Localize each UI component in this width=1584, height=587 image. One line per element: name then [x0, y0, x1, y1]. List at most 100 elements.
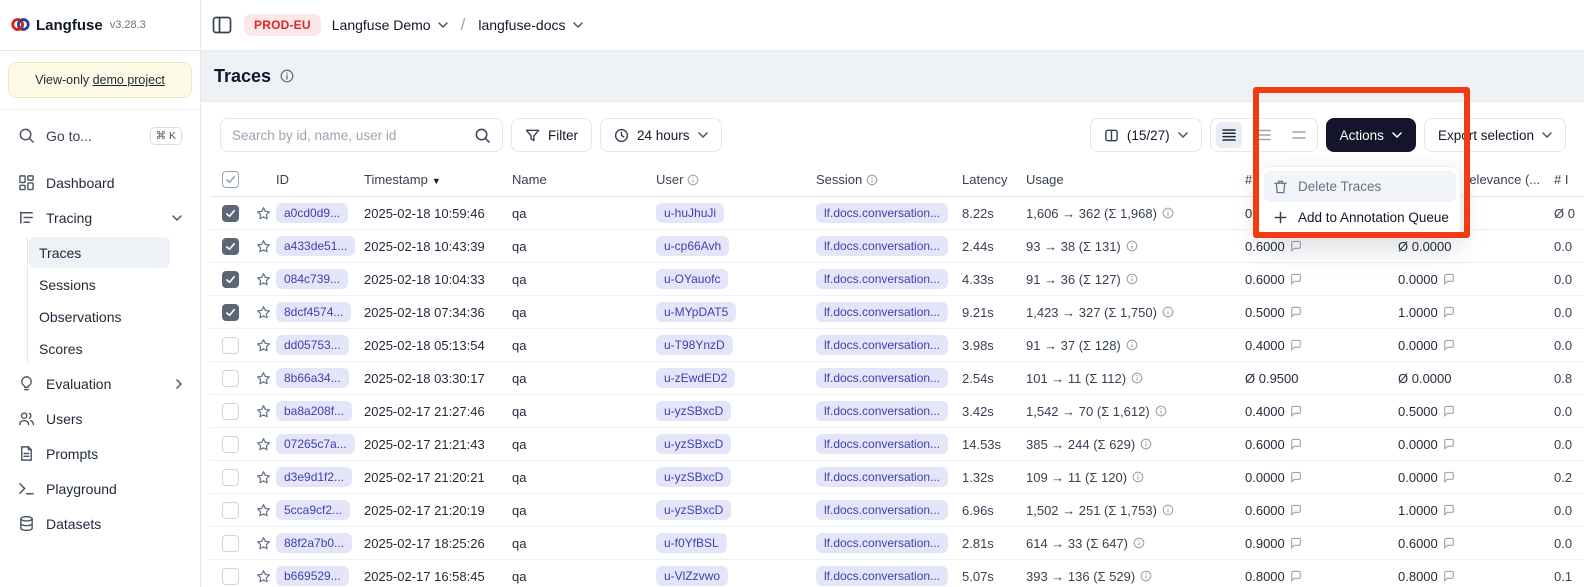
trace-id-badge[interactable]: dd05753...: [276, 335, 349, 355]
actions-button[interactable]: Actions: [1326, 118, 1416, 152]
table-row[interactable]: dd05753... 2025-02-18 05:13:54 qa u-T98Y…: [210, 329, 1584, 362]
row-checkbox[interactable]: [222, 337, 239, 354]
search-icon[interactable]: [474, 127, 491, 144]
user-badge[interactable]: u-VlZzvwo: [656, 566, 728, 586]
bookmark-star-icon[interactable]: [256, 338, 276, 353]
bookmark-star-icon[interactable]: [256, 536, 276, 551]
session-badge[interactable]: lf.docs.conversation...: [816, 401, 948, 421]
column-header-relevance[interactable]: relevance (...: [1465, 172, 1550, 187]
user-badge[interactable]: u-huJhuJi: [656, 203, 724, 223]
column-header-user[interactable]: User: [656, 172, 816, 187]
table-row[interactable]: 5cca9cf2... 2025-02-17 21:20:19 qa u-yzS…: [210, 494, 1584, 527]
bookmark-star-icon[interactable]: [256, 437, 276, 452]
goto-search[interactable]: Go to... ⌘ K: [10, 120, 190, 152]
row-checkbox[interactable]: [222, 205, 239, 222]
trace-id-badge[interactable]: 5cca9cf2...: [276, 500, 350, 520]
table-row[interactable]: d3e9d1f2... 2025-02-17 21:20:21 qa u-yzS…: [210, 461, 1584, 494]
time-range-button[interactable]: 24 hours: [600, 118, 722, 152]
row-checkbox[interactable]: [222, 568, 239, 585]
column-header-usage[interactable]: Usage: [1026, 172, 1245, 187]
bookmark-star-icon[interactable]: [256, 470, 276, 485]
row-checkbox[interactable]: [222, 535, 239, 552]
session-badge[interactable]: lf.docs.conversation...: [816, 500, 948, 520]
trace-id-badge[interactable]: a433de51...: [276, 236, 355, 256]
bookmark-star-icon[interactable]: [256, 206, 276, 221]
row-checkbox[interactable]: [222, 304, 239, 321]
session-badge[interactable]: lf.docs.conversation...: [816, 203, 948, 223]
sidebar-toggle-icon[interactable]: [211, 14, 233, 36]
select-all-checkbox[interactable]: [222, 171, 239, 188]
row-checkbox[interactable]: [222, 436, 239, 453]
table-row[interactable]: 8dcf4574... 2025-02-18 07:34:36 qa u-MYp…: [210, 296, 1584, 329]
bookmark-star-icon[interactable]: [256, 569, 276, 584]
session-badge[interactable]: lf.docs.conversation...: [816, 533, 948, 553]
column-header-name[interactable]: Name: [512, 172, 656, 187]
column-header-session[interactable]: Session: [816, 172, 962, 187]
session-badge[interactable]: lf.docs.conversation...: [816, 335, 948, 355]
session-badge[interactable]: lf.docs.conversation...: [816, 269, 948, 289]
row-height-small-button[interactable]: [1216, 122, 1242, 148]
column-visibility-button[interactable]: (15/27): [1090, 118, 1202, 152]
bookmark-star-icon[interactable]: [256, 404, 276, 419]
bookmark-star-icon[interactable]: [256, 371, 276, 386]
user-badge[interactable]: u-yzSBxcD: [656, 467, 731, 487]
user-badge[interactable]: u-MYpDAT5: [656, 302, 736, 322]
sidebar-item-dashboard[interactable]: Dashboard: [10, 167, 190, 199]
user-badge[interactable]: u-yzSBxcD: [656, 434, 731, 454]
table-row[interactable]: 8b66a34... 2025-02-18 03:30:17 qa u-zEwd…: [210, 362, 1584, 395]
table-row[interactable]: ba8a208f... 2025-02-17 21:27:46 qa u-yzS…: [210, 395, 1584, 428]
sidebar-item-prompts[interactable]: Prompts: [10, 438, 190, 470]
session-badge[interactable]: lf.docs.conversation...: [816, 467, 948, 487]
trace-id-badge[interactable]: 084c739...: [276, 269, 348, 289]
trace-id-badge[interactable]: 8b66a34...: [276, 368, 349, 388]
user-badge[interactable]: u-yzSBxcD: [656, 500, 731, 520]
filter-button[interactable]: Filter: [511, 118, 592, 152]
session-badge[interactable]: lf.docs.conversation...: [816, 368, 948, 388]
row-checkbox[interactable]: [222, 370, 239, 387]
trace-id-badge[interactable]: d3e9d1f2...: [276, 467, 352, 487]
row-checkbox[interactable]: [222, 469, 239, 486]
trace-id-badge[interactable]: 88f2a7b0...: [276, 533, 352, 553]
sidebar-item-observations[interactable]: Observations: [29, 301, 170, 332]
org-switcher[interactable]: Langfuse Demo: [332, 17, 448, 33]
user-badge[interactable]: u-zEwdED2: [656, 368, 735, 388]
trace-id-badge[interactable]: ba8a208f...: [276, 401, 352, 421]
trace-id-badge[interactable]: 07265c7a...: [276, 434, 355, 454]
menu-item-delete-traces[interactable]: Delete Traces: [1264, 171, 1456, 202]
session-badge[interactable]: lf.docs.conversation...: [816, 434, 948, 454]
sidebar-item-traces[interactable]: Traces: [29, 237, 170, 268]
sidebar-item-users[interactable]: Users: [10, 403, 190, 435]
table-row[interactable]: 084c739... 2025-02-18 10:04:33 qa u-OYau…: [210, 263, 1584, 296]
table-row[interactable]: 88f2a7b0... 2025-02-17 18:25:26 qa u-f0Y…: [210, 527, 1584, 560]
sidebar-item-playground[interactable]: Playground: [10, 473, 190, 505]
session-badge[interactable]: lf.docs.conversation...: [816, 566, 948, 586]
sidebar-item-datasets[interactable]: Datasets: [10, 508, 190, 540]
export-selection-button[interactable]: Export selection: [1424, 118, 1566, 152]
user-badge[interactable]: u-T98YnzD: [656, 335, 733, 355]
trace-id-badge[interactable]: a0cd0d9...: [276, 203, 348, 223]
user-badge[interactable]: u-yzSBxcD: [656, 401, 731, 421]
table-row[interactable]: b669529... 2025-02-17 16:58:45 qa u-VlZz…: [210, 560, 1584, 587]
project-switcher[interactable]: langfuse-docs: [478, 17, 582, 33]
user-badge[interactable]: u-f0YfBSL: [656, 533, 727, 553]
bookmark-star-icon[interactable]: [256, 305, 276, 320]
column-header-id[interactable]: ID: [276, 172, 364, 187]
menu-item-add-to-annotation-queue[interactable]: Add to Annotation Queue: [1264, 202, 1456, 233]
bookmark-star-icon[interactable]: [256, 503, 276, 518]
trace-id-badge[interactable]: 8dcf4574...: [276, 302, 351, 322]
sidebar-item-scores[interactable]: Scores: [29, 333, 170, 364]
row-checkbox[interactable]: [222, 502, 239, 519]
column-header-latency[interactable]: Latency: [962, 172, 1026, 187]
row-height-large-button[interactable]: [1286, 122, 1312, 148]
bookmark-star-icon[interactable]: [256, 239, 276, 254]
sidebar-item-evaluation[interactable]: Evaluation: [10, 368, 190, 400]
user-badge[interactable]: u-cp66Avh: [656, 236, 729, 256]
user-badge[interactable]: u-OYauofc: [656, 269, 728, 289]
column-header-count[interactable]: # I: [1550, 172, 1584, 187]
sidebar-item-tracing[interactable]: Tracing: [10, 202, 190, 234]
column-header-timestamp[interactable]: Timestamp▼: [364, 172, 512, 187]
demo-project-link[interactable]: demo project: [93, 73, 165, 87]
table-row[interactable]: 07265c7a... 2025-02-17 21:21:43 qa u-yzS…: [210, 428, 1584, 461]
trace-id-badge[interactable]: b669529...: [276, 566, 349, 586]
row-checkbox[interactable]: [222, 271, 239, 288]
